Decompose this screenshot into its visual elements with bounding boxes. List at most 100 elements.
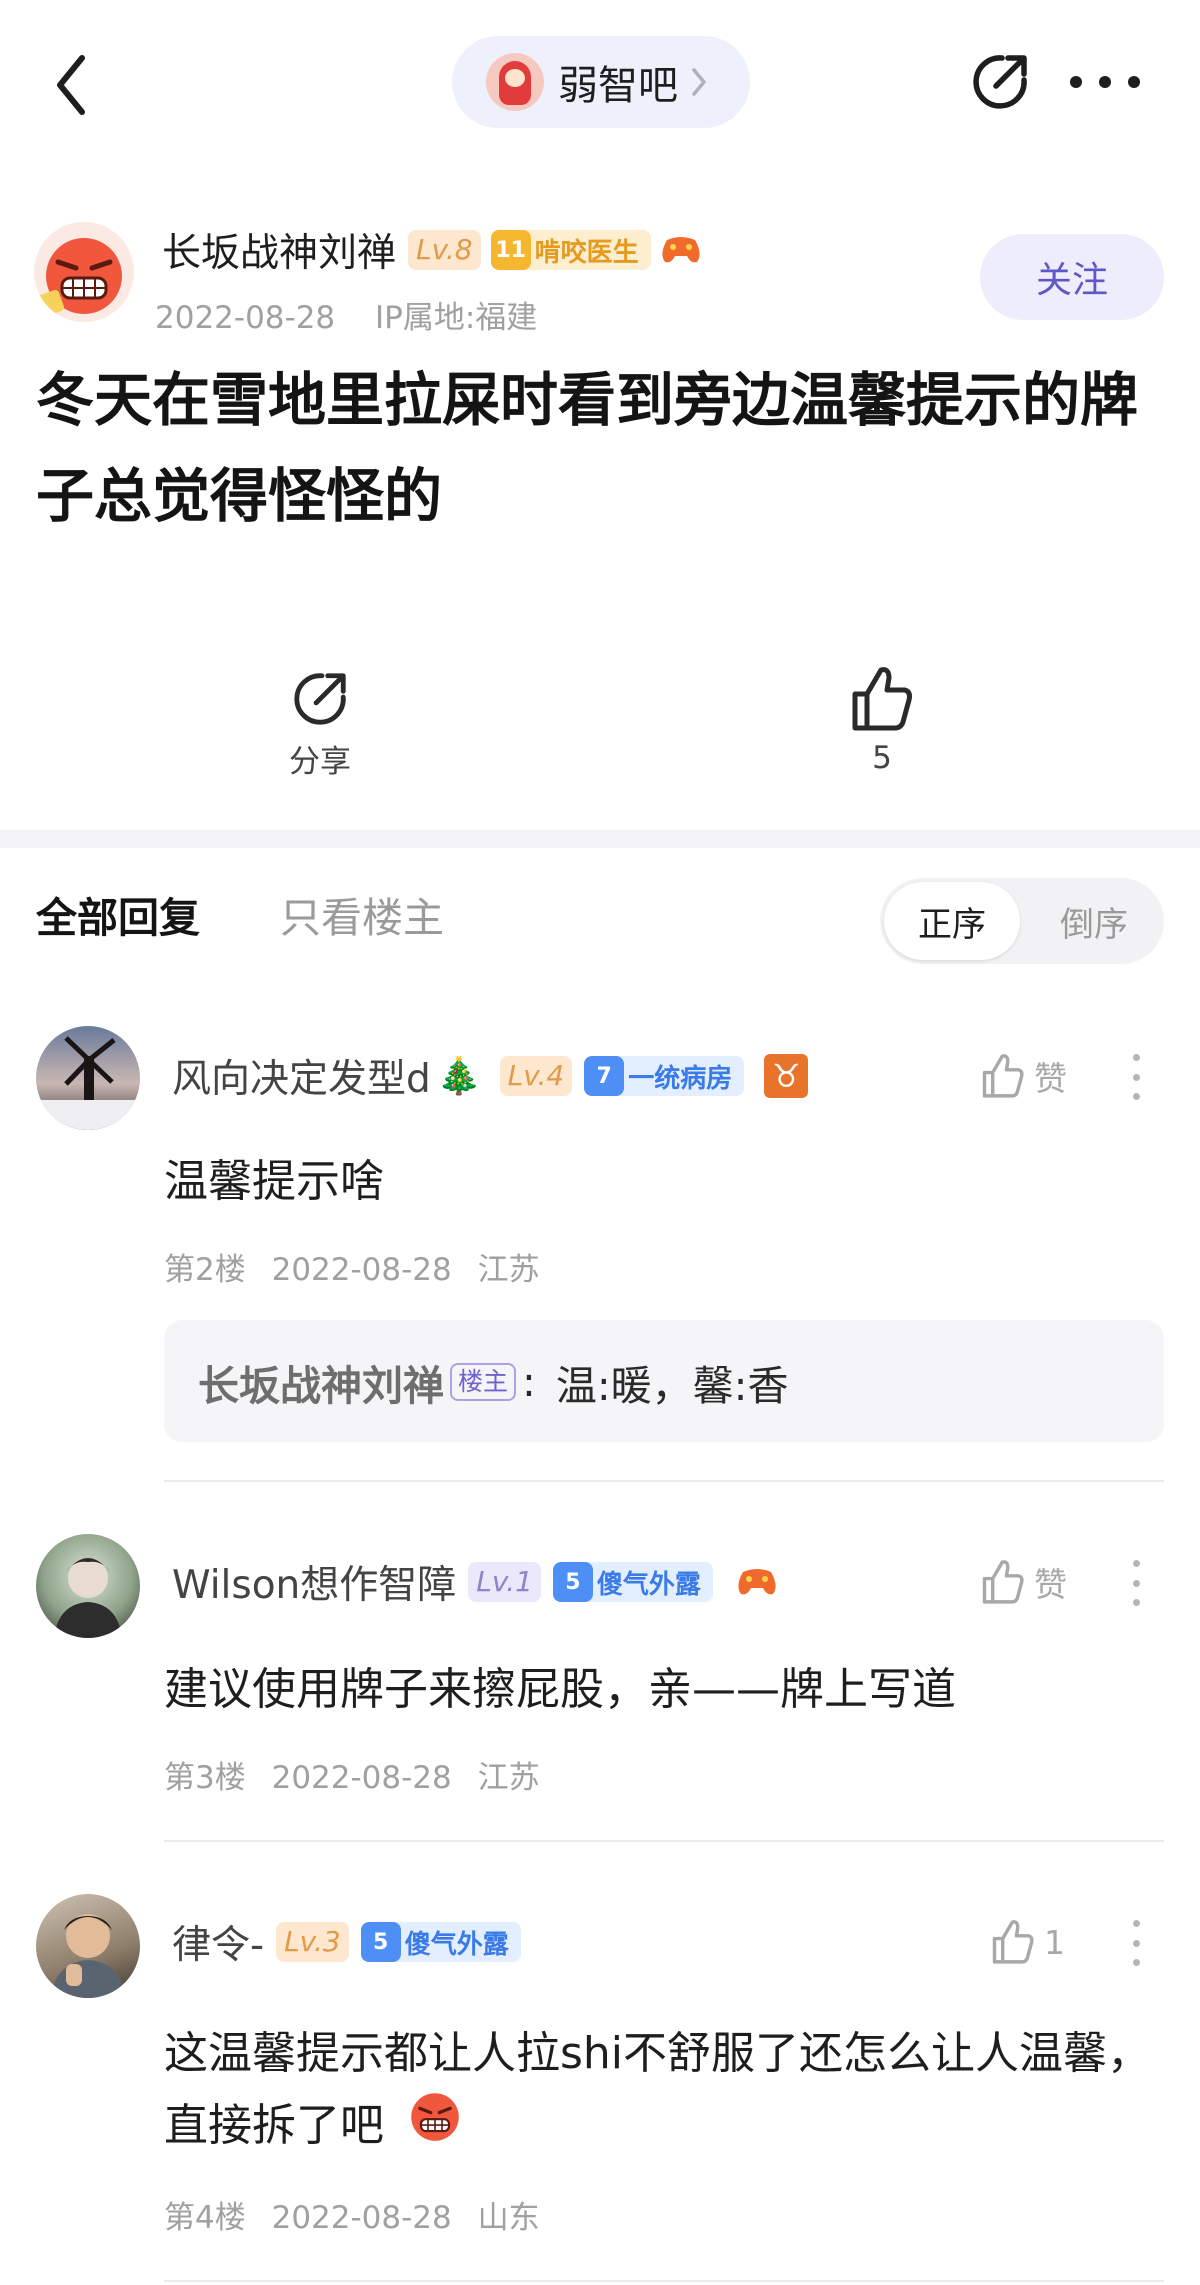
share-button[interactable] [968, 50, 1032, 114]
person-avatar-image [54, 1558, 122, 1638]
comment-body: 建议使用牌子来擦屁股，亲——牌上写道 [164, 1664, 956, 1715]
back-button[interactable] [48, 50, 98, 120]
title-level: 11 [490, 230, 531, 270]
forum-pill[interactable]: 弱智吧 [452, 36, 750, 128]
title-badge: 5 傻气外露 [552, 1562, 713, 1602]
author-name[interactable]: 长坂战神刘禅 [162, 222, 396, 278]
like-label: 赞 [1034, 1565, 1067, 1604]
title-text: 傻气外露 [596, 1569, 701, 1600]
op-tag: 楼主 [450, 1363, 517, 1401]
commenter-name[interactable]: 风向决定发型d [172, 1048, 431, 1104]
author-name-row: 长坂战神刘禅 Lv.8 11 啃咬医生 [162, 222, 703, 278]
zodiac-taurus-icon: ♉ [764, 1054, 809, 1098]
sort-asc-button[interactable]: 正序 [884, 882, 1020, 960]
level-badge: Lv.3 [276, 1922, 349, 1962]
comment-more-button[interactable] [1130, 1560, 1142, 1606]
like-label: 赞 [1034, 1059, 1067, 1098]
commenter-avatar[interactable] [36, 1534, 140, 1638]
like-action[interactable]: 5 [832, 664, 932, 776]
commenter-avatar[interactable] [36, 1894, 140, 1998]
comment-like-button[interactable]: 赞 [980, 1558, 1067, 1606]
commenter-name[interactable]: Wilson想作智障 [172, 1554, 456, 1610]
angry-emoji-icon [38, 238, 122, 316]
sort-toggle: 正序 倒序 [880, 878, 1164, 964]
title-text: 啃咬医生 [534, 237, 639, 268]
section-divider [0, 830, 1200, 848]
angry-emoji-icon [408, 2090, 462, 2166]
title-text: 傻气外露 [404, 1929, 509, 1960]
comment-like-button[interactable]: 赞 [980, 1052, 1067, 1100]
more-icon [1132, 1920, 1140, 1927]
sub-reply-text: 温:暖，馨:香 [555, 1362, 789, 1410]
thumbs-up-icon [852, 667, 912, 731]
comment-header: 风向决定发型d 🎄 Lv.4 7 一统病房 ♉ [172, 1048, 809, 1104]
comment-more-button[interactable] [1130, 1920, 1142, 1966]
comment-date: 2022-08-28 [271, 1252, 452, 1288]
author-avatar[interactable] [34, 222, 134, 322]
thumbs-up-icon [982, 1560, 1024, 1604]
level-badge: Lv.4 [499, 1056, 573, 1096]
author-meta: 2022-08-28 IP属地:福建 [155, 292, 537, 337]
comment-body: 这温馨提示都让人拉shi不舒服了还怎么让人温馨，直接拆了吧 [164, 2018, 1174, 2166]
back-arrow-icon [57, 55, 85, 115]
share-icon [973, 55, 1027, 109]
sub-reply[interactable]: 长坂战神刘禅 楼主 : 温:暖，馨:香 [164, 1320, 1164, 1442]
comment-location: 江苏 [477, 1760, 540, 1796]
forum-name: 弱智吧 [558, 63, 678, 109]
thumbs-up-icon [982, 1054, 1024, 1098]
comment-more-button[interactable] [1130, 1054, 1142, 1100]
level-badge: Lv.1 [468, 1562, 541, 1602]
title-level: 5 [552, 1562, 593, 1602]
floor: 第2楼 [164, 1252, 246, 1288]
windmill-avatar-image [36, 1036, 140, 1130]
comment-header: Wilson想作智障 Lv.1 5 傻气外露 [172, 1554, 779, 1610]
post-date: 2022-08-28 [155, 300, 336, 336]
comment-header: 律令- Lv.3 5 傻气外露 [172, 1914, 521, 1970]
like-count: 1 [1044, 1922, 1065, 1962]
comment-meta: 第2楼 2022-08-28 江苏 [164, 1244, 540, 1289]
comment-body-text: 这温馨提示都让人拉shi不舒服了还怎么让人温馨，直接拆了吧 [164, 2028, 1152, 2151]
ip-location: IP属地:福建 [375, 300, 538, 336]
title-badge: 11 啃咬医生 [490, 230, 651, 270]
comment-date: 2022-08-28 [271, 1760, 452, 1796]
share-action[interactable]: 分享 [270, 668, 370, 781]
comment-divider [164, 2280, 1164, 2282]
share-label: 分享 [289, 744, 351, 780]
sub-reply-colon: : [522, 1358, 536, 1406]
title-text: 一统病房 [628, 1063, 733, 1094]
comment-body: 温馨提示啥 [164, 1156, 384, 1207]
game-controller-icon [735, 1560, 779, 1604]
tab-op-only[interactable]: 只看楼主 [280, 884, 444, 944]
comment-divider [164, 1480, 1164, 1482]
forum-avatar [486, 53, 544, 111]
comment-like-button[interactable]: 1 [990, 1918, 1065, 1966]
comment-meta: 第3楼 2022-08-28 江苏 [164, 1752, 540, 1797]
tab-all-replies[interactable]: 全部回复 [36, 884, 200, 944]
thumbs-up-icon [992, 1920, 1034, 1964]
level-badge: Lv.8 [408, 230, 481, 270]
chevron-right-icon [692, 68, 706, 96]
title-level: 7 [584, 1056, 625, 1096]
comment-meta: 第4楼 2022-08-28 山东 [164, 2192, 540, 2237]
more-icon [1070, 76, 1082, 88]
comment-date: 2022-08-28 [271, 2200, 452, 2236]
person-avatar-image [50, 1914, 126, 1998]
comment-location: 江苏 [477, 1252, 540, 1288]
comment-divider [164, 1840, 1164, 1842]
commenter-name[interactable]: 律令- [172, 1914, 264, 1970]
tree-emoji: 🎄 [436, 1056, 482, 1097]
title-level: 5 [360, 1922, 401, 1962]
title-badge: 5 傻气外露 [360, 1922, 521, 1962]
more-button[interactable] [1070, 62, 1140, 102]
sort-desc-button[interactable]: 倒序 [1028, 882, 1160, 960]
sub-reply-author[interactable]: 长坂战神刘禅 [198, 1352, 444, 1412]
post-title: 冬天在雪地里拉屎时看到旁边温馨提示的牌子总觉得怪怪的 [36, 366, 1139, 530]
game-controller-icon [659, 228, 703, 272]
comment-location: 山东 [477, 2200, 540, 2236]
floor: 第3楼 [164, 1760, 246, 1796]
follow-button[interactable]: 关注 [980, 234, 1164, 320]
commenter-avatar[interactable] [36, 1026, 140, 1130]
more-icon [1132, 1560, 1140, 1567]
like-count: 5 [872, 740, 892, 776]
title-badge: 7 一统病房 [584, 1056, 745, 1096]
